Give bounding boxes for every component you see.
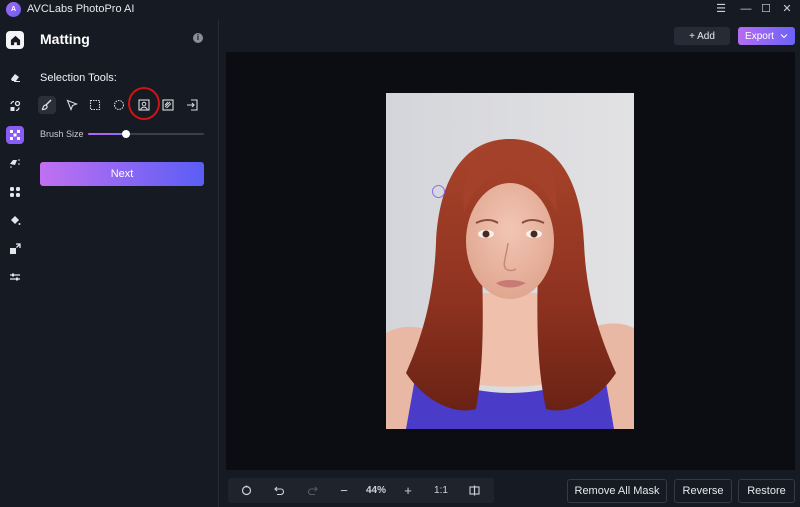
- pattern-tool-button[interactable]: [159, 96, 177, 114]
- app-title: AVCLabs PhotoPro AI: [27, 3, 135, 15]
- view-toolbar: − 44% + 1:1: [228, 478, 494, 503]
- expand-icon: [10, 243, 21, 254]
- brush-cursor: [432, 185, 445, 198]
- minimize-button[interactable]: —: [738, 2, 754, 16]
- brush-size-slider-thumb[interactable]: [122, 130, 131, 138]
- reset-icon: [241, 485, 251, 496]
- reset-view-button[interactable]: [238, 478, 254, 503]
- rail-colorize-button[interactable]: [6, 211, 24, 229]
- rail-eraser-button[interactable]: [6, 68, 24, 86]
- panel-title: Matting: [40, 31, 90, 47]
- reverse-button[interactable]: Reverse: [674, 479, 732, 503]
- undo-button[interactable]: [271, 478, 287, 503]
- selection-tools-label: Selection Tools:: [40, 72, 117, 84]
- rectangle-select-icon: [89, 99, 101, 111]
- export-button[interactable]: Export: [738, 27, 795, 45]
- add-button[interactable]: + Add: [674, 27, 730, 45]
- restore-button[interactable]: Restore: [738, 479, 795, 503]
- rail-enhance-button[interactable]: [6, 154, 24, 172]
- eraser-icon: [11, 74, 20, 82]
- brush-size-slider[interactable]: [88, 130, 204, 138]
- matting-icon: [10, 130, 20, 140]
- compare-button[interactable]: [466, 478, 482, 503]
- redo-icon: [307, 486, 318, 496]
- app-logo-icon: A: [6, 2, 21, 17]
- undo-icon: [273, 486, 284, 496]
- import-tool-button[interactable]: [183, 96, 201, 114]
- sliders-icon: [10, 273, 20, 281]
- image-canvas[interactable]: [226, 52, 795, 470]
- menu-button[interactable]: ☰: [713, 2, 729, 16]
- rectangle-select-tool-button[interactable]: [86, 96, 104, 114]
- app-window: A AVCLabs PhotoPro AI ☰ — ☐ ✕ Matting i …: [0, 0, 800, 507]
- highlight-annotation-circle: [128, 87, 160, 120]
- ellipse-select-icon: [113, 99, 125, 111]
- rail-matting-button[interactable]: [6, 126, 24, 144]
- portrait-image: [386, 93, 634, 429]
- rail-upscale-button[interactable]: [6, 240, 24, 258]
- face-icon: [10, 187, 20, 197]
- sparkle-icon: [10, 159, 20, 168]
- next-button[interactable]: Next: [40, 162, 204, 186]
- export-label: Export: [745, 30, 774, 42]
- chevron-down-icon: [780, 34, 788, 39]
- brush-tool-button[interactable]: [38, 96, 56, 114]
- zoom-in-button[interactable]: +: [400, 478, 416, 503]
- info-icon[interactable]: i: [193, 33, 203, 43]
- compare-icon: [468, 485, 480, 496]
- title-bar: A AVCLabs PhotoPro AI ☰ — ☐ ✕: [0, 0, 800, 20]
- home-icon: [10, 35, 20, 45]
- brush-icon: [41, 99, 52, 111]
- pointer-icon: [66, 99, 78, 111]
- rail-adjust-button[interactable]: [6, 268, 24, 286]
- brush-size-slider-fill: [88, 133, 127, 135]
- remove-all-mask-button[interactable]: Remove All Mask: [567, 479, 667, 503]
- zoom-out-button[interactable]: −: [336, 478, 352, 503]
- paint-bucket-icon: [11, 216, 21, 225]
- rail-object-button[interactable]: [6, 97, 24, 115]
- ellipse-select-tool-button[interactable]: [110, 96, 128, 114]
- close-button[interactable]: ✕: [779, 2, 795, 16]
- pattern-icon: [162, 99, 174, 111]
- portrait-photo[interactable]: [386, 93, 634, 429]
- panel-divider: [218, 20, 219, 507]
- maximize-button[interactable]: ☐: [758, 2, 774, 16]
- rail-face-button[interactable]: [6, 183, 24, 201]
- import-icon: [187, 99, 198, 111]
- redo-button[interactable]: [304, 478, 320, 503]
- pointer-tool-button[interactable]: [63, 96, 81, 114]
- actual-size-button[interactable]: 1:1: [431, 478, 451, 503]
- brush-size-label: Brush Size: [40, 129, 84, 139]
- zoom-level: 44%: [365, 485, 386, 496]
- rail-home-button[interactable]: [6, 31, 24, 49]
- shapes-icon: [10, 100, 21, 112]
